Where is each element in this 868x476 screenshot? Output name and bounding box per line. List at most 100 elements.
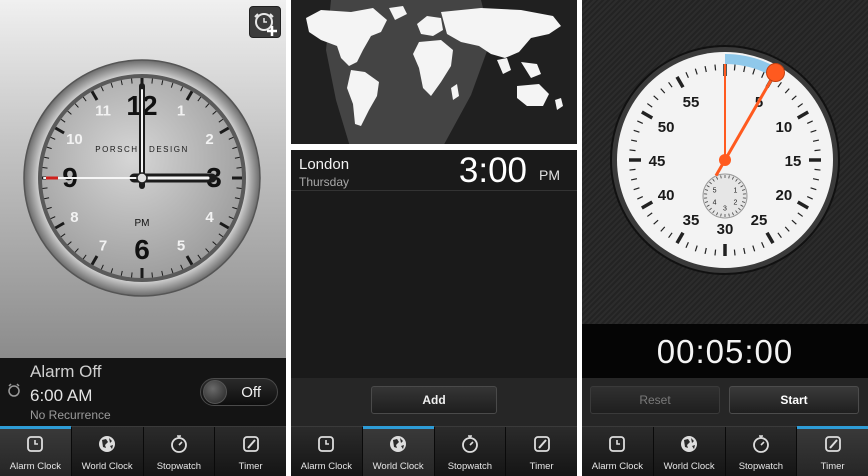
globe-icon (681, 436, 698, 452)
city-name: London (299, 156, 350, 173)
tab-label: Timer (820, 461, 845, 472)
dial-number: 10 (776, 119, 793, 136)
dial-numeral: 6 (134, 234, 150, 265)
tab-stopwatch[interactable]: Stopwatch (435, 427, 507, 476)
dial-numeral: 11 (95, 102, 111, 119)
dial-tick (714, 249, 717, 256)
city-ampm: PM (539, 167, 560, 183)
elapsed-time: 00:05:00 (656, 333, 794, 370)
toggle-label: Off (241, 384, 261, 401)
tab-alarm[interactable]: Alarm Clock (291, 427, 363, 476)
tab-timer[interactable]: Timer (797, 426, 868, 476)
stopwatch-dial: 51015202530354045505512345 (610, 45, 840, 275)
tab-world[interactable]: World Clock (362, 426, 435, 476)
dial-number: 55 (683, 94, 700, 111)
dial-tick (814, 149, 821, 152)
alarm-info-bar: Alarm Off 6:00 AM No Recurrence Off (0, 358, 286, 426)
dial-number: 25 (751, 212, 768, 229)
clock-tick (42, 187, 48, 189)
alarm-time: 6:00 AM (30, 386, 93, 405)
world-map (291, 0, 577, 150)
dial-number: 40 (658, 187, 675, 204)
dial-number: 45 (649, 153, 666, 170)
clock-tick (131, 78, 133, 84)
city-time: 3:00 (458, 151, 527, 190)
clock-tick (236, 167, 242, 169)
tab-bar: Alarm Clock World Clock Stopwatch Timer (291, 426, 577, 476)
tab-label: Alarm Clock (9, 461, 61, 472)
sub-dial-number: 5 (713, 188, 717, 195)
clock-tick (42, 167, 48, 169)
sub-dial-number: 2 (733, 200, 737, 207)
sub-dial-number: 1 (733, 188, 737, 195)
tab-timer[interactable]: Timer (215, 427, 286, 476)
dial-tick (733, 249, 736, 256)
alarm-clock-icon (27, 436, 44, 452)
alarm-status: Alarm Off (30, 362, 102, 381)
stopwatch-icon (170, 435, 187, 453)
alarm-clock-icon (318, 436, 335, 452)
tab-label: Stopwatch (156, 461, 202, 472)
reset-button[interactable]: Reset (590, 386, 720, 414)
globe-icon (99, 436, 116, 452)
ampm-label: PM (135, 218, 150, 229)
tab-timer[interactable]: Timer (506, 427, 577, 476)
city-day: Thursday (299, 175, 350, 189)
dial-tick (629, 149, 636, 152)
dial-numeral: 4 (205, 209, 214, 226)
dial-number: 30 (717, 221, 734, 238)
add-alarm-button[interactable] (249, 6, 281, 38)
sub-dial-number: 3 (723, 206, 727, 213)
tab-label: Timer (529, 461, 554, 472)
dial-number: 20 (776, 187, 793, 204)
alarm-toggle[interactable]: Off (200, 378, 278, 406)
clock-tick (131, 272, 133, 278)
timer-screen: 51015202530354045505512345 00:05:00 Rese… (582, 0, 868, 476)
timer-icon (242, 436, 259, 452)
dial-tick (814, 168, 821, 171)
city-row-london[interactable]: London Thursday 3:00 PM (291, 151, 577, 191)
clock-tick (151, 272, 153, 278)
tab-label: Alarm Clock (300, 461, 352, 472)
add-alarm-icon (254, 13, 277, 36)
tab-label: Stopwatch (447, 461, 493, 472)
tab-label: World Clock (372, 461, 424, 472)
dial-number: 35 (683, 212, 700, 229)
clock-tick (236, 187, 242, 189)
timer-icon (533, 436, 550, 452)
drag-knob (766, 63, 785, 83)
bell-icon (8, 383, 20, 397)
dial-numeral: 8 (70, 209, 78, 226)
dial-numeral: 2 (205, 131, 213, 148)
hand-pivot (136, 172, 148, 184)
alarm-clock-screen: 121234567891011PORSCHE DESIGNPM Alarm Of… (0, 0, 286, 476)
tab-stopwatch[interactable]: Stopwatch (726, 427, 798, 476)
tab-world[interactable]: World Clock (72, 427, 144, 476)
tab-world[interactable]: World Clock (654, 427, 726, 476)
tab-label: Stopwatch (738, 461, 784, 472)
tab-label: World Clock (663, 461, 715, 472)
dial-tick (714, 64, 717, 71)
world-clock-screen: London Thursday 3:00 PM Add Alarm Clock W… (291, 0, 577, 476)
tab-alarm[interactable]: Alarm Clock (0, 426, 72, 476)
dial-tick (629, 168, 636, 171)
add-city-button[interactable]: Add (371, 386, 497, 414)
tab-bar: Alarm Clock World Clock Stopwatch Timer (0, 426, 286, 476)
alarm-recurrence: No Recurrence (30, 408, 111, 422)
dial-number: 15 (785, 153, 802, 170)
tab-bar: Alarm Clock World Clock Stopwatch Timer (582, 426, 868, 476)
stopwatch-icon (461, 435, 478, 453)
tab-label: Alarm Clock (591, 461, 643, 472)
dial-numeral: 10 (66, 131, 83, 148)
hand-pivot (719, 154, 731, 166)
dial-tick (733, 64, 736, 71)
start-button[interactable]: Start (729, 386, 859, 414)
tab-stopwatch[interactable]: Stopwatch (144, 427, 216, 476)
timer-icon (824, 436, 841, 452)
analog-clock: 121234567891011PORSCHE DESIGNPM (23, 59, 261, 297)
sub-dial-number: 4 (713, 200, 717, 207)
toggle-knob (203, 380, 227, 404)
dial-numeral: 7 (99, 238, 107, 255)
tab-alarm[interactable]: Alarm Clock (582, 427, 654, 476)
dial-numeral: 5 (177, 238, 185, 255)
